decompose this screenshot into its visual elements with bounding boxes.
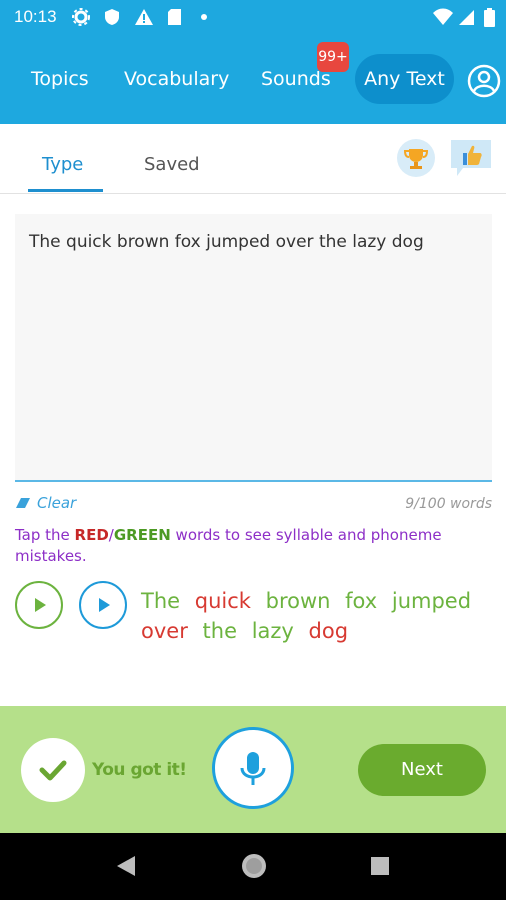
settings-icon bbox=[72, 8, 90, 26]
pronunciation-result: The quick brown fox jumped over the lazy… bbox=[141, 586, 491, 646]
clear-label: Clear bbox=[37, 494, 77, 512]
result-word[interactable]: brown bbox=[266, 589, 331, 613]
feedback-text: You got it! bbox=[92, 760, 187, 780]
back-icon[interactable] bbox=[116, 855, 136, 877]
warning-icon bbox=[135, 9, 153, 25]
nav-vocabulary[interactable]: Vocabulary bbox=[124, 68, 229, 90]
profile-icon[interactable] bbox=[467, 64, 501, 98]
sd-card-icon bbox=[168, 9, 181, 25]
nav-any-text[interactable]: Any Text bbox=[355, 54, 454, 104]
play-recording-button[interactable] bbox=[15, 581, 63, 629]
clear-button[interactable]: Clear bbox=[15, 494, 76, 512]
home-icon[interactable] bbox=[240, 852, 268, 880]
play-icon bbox=[99, 598, 110, 612]
top-nav: Topics Vocabulary Sounds 99+ Any Text bbox=[0, 42, 506, 110]
eraser-icon bbox=[16, 498, 30, 508]
notification-dot-icon bbox=[201, 14, 207, 20]
checkmark-icon bbox=[39, 760, 67, 781]
shield-icon bbox=[105, 9, 119, 25]
result-word[interactable]: quick bbox=[195, 589, 251, 613]
feedback-panel: You got it! Next bbox=[0, 706, 506, 833]
trophy-icon bbox=[403, 149, 429, 169]
result-word[interactable]: over bbox=[141, 619, 188, 643]
instruction-prefix: Tap the bbox=[15, 526, 75, 544]
recents-icon[interactable] bbox=[370, 856, 390, 876]
result-word[interactable]: dog bbox=[309, 619, 349, 643]
instruction-green: GREEN bbox=[113, 526, 171, 544]
text-input[interactable]: The quick brown fox jumped over the lazy… bbox=[15, 214, 492, 482]
sounds-badge: 99+ bbox=[317, 42, 349, 72]
signal-icon bbox=[459, 10, 474, 25]
tab-saved[interactable]: Saved bbox=[144, 154, 200, 175]
app-header: 10:13 Topics Vocabulary Sounds 99+ Any T… bbox=[0, 0, 506, 124]
nav-topics[interactable]: Topics bbox=[31, 68, 89, 90]
result-word[interactable]: jumped bbox=[392, 589, 471, 613]
text-input-value: The quick brown fox jumped over the lazy… bbox=[29, 232, 424, 252]
system-navigation-bar bbox=[0, 833, 506, 900]
play-reference-button[interactable] bbox=[79, 581, 127, 629]
tab-type[interactable]: Type bbox=[42, 154, 83, 175]
wifi-icon bbox=[433, 8, 453, 25]
instruction-text: Tap the RED/GREEN words to see syllable … bbox=[15, 525, 485, 567]
result-word[interactable]: The bbox=[141, 589, 180, 613]
feedback-button[interactable] bbox=[449, 138, 493, 178]
result-word[interactable]: the bbox=[203, 619, 237, 643]
battery-icon bbox=[484, 8, 495, 27]
active-tab-indicator bbox=[28, 189, 103, 192]
result-status bbox=[21, 738, 85, 802]
word-counter: 9/100 words bbox=[405, 496, 492, 512]
play-icon bbox=[35, 598, 46, 612]
leaderboard-button[interactable] bbox=[397, 139, 435, 177]
result-word[interactable]: fox bbox=[345, 589, 377, 613]
tab-bar: Type Saved bbox=[0, 124, 506, 194]
next-button[interactable]: Next bbox=[358, 744, 486, 796]
nav-any-text-label: Any Text bbox=[364, 68, 445, 90]
microphone-icon bbox=[240, 752, 266, 785]
instruction-red: RED bbox=[74, 526, 109, 544]
status-bar: 10:13 bbox=[0, 0, 506, 36]
status-time: 10:13 bbox=[14, 7, 57, 26]
thumbs-up-icon bbox=[451, 140, 491, 176]
result-word[interactable]: lazy bbox=[252, 619, 294, 643]
record-button[interactable] bbox=[212, 727, 294, 809]
